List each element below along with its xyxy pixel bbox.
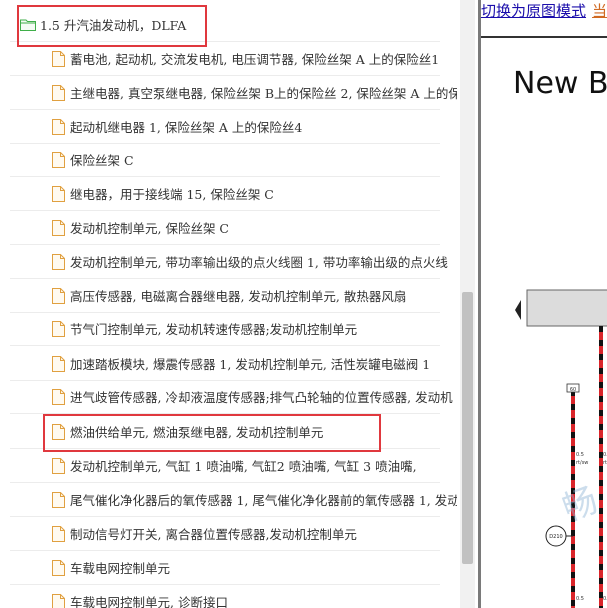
tree-item[interactable]: 保险丝架 C (52, 143, 457, 176)
mode-link-bar: 切换为原图模式当 (481, 0, 607, 24)
document-icon (52, 185, 65, 202)
wire-gauge-label-4: 0.5 (603, 596, 607, 602)
watermark-text: 畅 (557, 480, 603, 529)
document-icon (52, 593, 65, 608)
document-icon (52, 355, 65, 372)
highlight-root (17, 5, 207, 47)
connector-label: D210 (549, 534, 562, 540)
document-icon (52, 320, 65, 337)
tree-item-label: 起动机继电器 1, 保险丝架 A 上的保险丝4 (70, 120, 303, 135)
tree-item-label: 加速踏板模块, 爆震传感器 1, 发动机控制单元, 活性炭罐电磁阀 1 (70, 357, 431, 372)
diagram-arrow-icon (515, 300, 521, 320)
tree-item[interactable]: 发动机控制单元, 保险丝架 C (52, 211, 457, 244)
tree-item[interactable]: 高压传感器, 电磁离合器继电器, 发动机控制单元, 散热器风扇 (52, 279, 457, 312)
tree-item[interactable]: 节气门控制单元, 发动机转速传感器;发动机控制单元 (52, 312, 457, 345)
tree-item[interactable]: 进气歧管传感器, 冷却液温度传感器;排气凸轮轴的位置传感器, 发动机 (52, 380, 457, 413)
wire-color-label-2: rt/sw (603, 460, 607, 466)
document-icon (52, 287, 65, 304)
tree-item[interactable]: 车载电网控制单元 (52, 551, 457, 584)
row-divider (10, 345, 440, 346)
tree-item[interactable]: 加速踏板模块, 爆震传感器 1, 发动机控制单元, 活性炭罐电磁阀 1 (52, 347, 457, 380)
tree-scrollbar-thumb[interactable] (462, 292, 473, 564)
wire-gauge-label-2: 0.5 (603, 452, 607, 458)
tree-item-label: 保险丝架 C (70, 153, 134, 168)
wire-gauge-label: 0.5 (576, 452, 584, 458)
tree-item[interactable]: 发动机控制单元, 带功率输出级的点火线圈 1, 带功率输出级的点火线 (52, 245, 457, 278)
tree-item-label: 继电器，用于接线端 15, 保险丝架 C (70, 187, 274, 202)
document-tree: 1.5 升汽油发动机，DLFA 蓄电池, 起动机, 交流发电机, 电压调节器, … (0, 0, 460, 608)
switch-original-mode-link[interactable]: 切换为原图模式 (481, 2, 586, 20)
tree-item-label: 发动机控制单元, 带功率输出级的点火线圈 1, 带功率输出级的点火线 (70, 255, 448, 270)
tree-item-label: 节气门控制单元, 发动机转速传感器;发动机控制单元 (70, 322, 358, 337)
diagram-title: New B (513, 66, 607, 101)
tree-item-label: 进气歧管传感器, 冷却液温度传感器;排气凸轮轴的位置传感器, 发动机 (70, 390, 453, 405)
document-icon (52, 525, 65, 542)
tree-item[interactable]: 尾气催化净化器后的氧传感器 1, 尾气催化净化器前的氧传感器 1, 发动 (52, 483, 457, 516)
document-icon (52, 491, 65, 508)
tree-item-label: 发动机控制单元, 气缸 1 喷油嘴, 气缸2 喷油嘴, 气缸 3 喷油嘴, (70, 459, 417, 474)
tree-item-label: 蓄电池, 起动机, 交流发电机, 电压调节器, 保险丝架 A 上的保险丝1 (70, 52, 440, 67)
document-icon (52, 219, 65, 236)
wire-gauge-label-3: 0.5 (576, 596, 584, 602)
document-icon (52, 151, 65, 168)
wire-color-label: rt/sw (576, 460, 588, 466)
tree-item-label: 制动信号灯开关, 离合器位置传感器,发动机控制单元 (70, 527, 357, 542)
document-icon (52, 388, 65, 405)
tree-item-label: 高压传感器, 电磁离合器继电器, 发动机控制单元, 散热器风扇 (70, 289, 407, 304)
tree-item[interactable]: 制动信号灯开关, 离合器位置传感器,发动机控制单元 (52, 517, 457, 550)
tree-item-label: 尾气催化净化器后的氧传感器 1, 尾气催化净化器前的氧传感器 1, 发动 (70, 493, 457, 508)
component-box (526, 289, 607, 327)
tree-item[interactable]: 车载电网控制单元, 诊断接口 (52, 585, 457, 608)
tree-item-label: 车载电网控制单元, 诊断接口 (70, 595, 228, 608)
tree-item[interactable]: 继电器，用于接线端 15, 保险丝架 C (52, 177, 457, 210)
document-icon (52, 457, 65, 474)
document-icon (52, 84, 65, 101)
tree-item-label: 车载电网控制单元 (70, 561, 171, 576)
document-icon (52, 559, 65, 576)
tree-item[interactable]: 主继电器, 真空泵继电器, 保险丝架 B上的保险丝 2, 保险丝架 A 上的保 (52, 76, 457, 109)
tree-item[interactable]: 起动机继电器 1, 保险丝架 A 上的保险丝4 (52, 110, 457, 143)
document-icon (52, 118, 65, 135)
toolbar-divider (481, 36, 607, 38)
tree-item[interactable]: 发动机控制单元, 气缸 1 喷油嘴, 气缸2 喷油嘴, 气缸 3 喷油嘴, (52, 449, 457, 482)
tree-item-label: 发动机控制单元, 保险丝架 C (70, 221, 229, 236)
tree-item-label: 主继电器, 真空泵继电器, 保险丝架 B上的保险丝 2, 保险丝架 A 上的保 (70, 86, 457, 101)
diagram-panel: 切换为原图模式当 New B 60 0.5 rt/sw 0.5 rt/sw D2… (481, 0, 607, 608)
fuse-label-text: 60 (570, 387, 576, 393)
document-icon (52, 50, 65, 67)
wiring-diagram: 60 0.5 rt/sw 0.5 rt/sw D210 畅 0.5 0.5 (515, 289, 607, 608)
highlight-fuel-supply (43, 414, 381, 452)
document-icon (52, 253, 65, 270)
secondary-link[interactable]: 当 (592, 2, 607, 20)
